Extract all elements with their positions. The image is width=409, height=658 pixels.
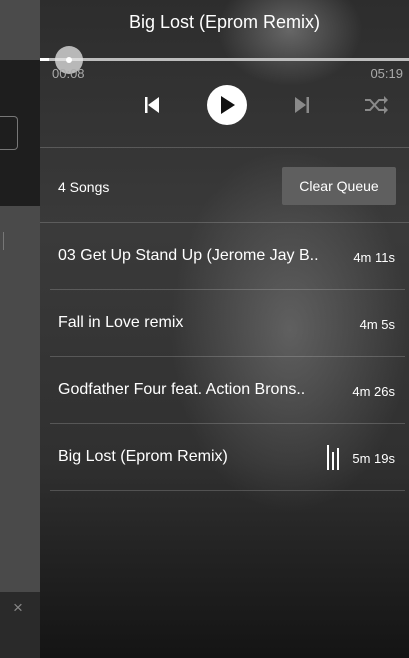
queue-item-duration: 5m 19s <box>352 451 395 466</box>
play-button[interactable] <box>207 85 247 125</box>
queue-item-title: Fall in Love remix <box>58 314 184 331</box>
queue-item-title: Big Lost (Eprom Remix) <box>58 448 228 465</box>
queue-item[interactable]: Godfather Four feat. Action Brons.. 4m 2… <box>50 357 405 424</box>
queue-item-title: Godfather Four feat. Action Brons.. <box>58 381 306 398</box>
skip-previous-icon <box>145 97 159 113</box>
queue-item[interactable]: Fall in Love remix 4m 5s <box>50 290 405 357</box>
background-button[interactable] <box>0 116 18 150</box>
total-time: 05:19 <box>370 66 403 81</box>
queue-item-duration: 4m 11s <box>353 250 395 265</box>
queue-item-duration: 4m 5s <box>359 317 395 332</box>
seek-bar[interactable] <box>40 58 409 61</box>
background-content <box>0 206 40 592</box>
queue-song-count: 4 Songs <box>58 179 110 195</box>
background-app: × <box>0 0 40 658</box>
queue-item-title: 03 Get Up Stand Up (Jerome Jay B.. <box>58 247 319 264</box>
next-button[interactable] <box>290 92 314 118</box>
close-icon[interactable]: × <box>13 598 23 618</box>
player-queue-panel: Big Lost (Eprom Remix) 00:08 05:19 4 Son… <box>40 0 409 658</box>
seek-bar-progress <box>40 58 49 61</box>
previous-button[interactable] <box>140 92 164 118</box>
now-playing-equalizer-icon <box>327 445 341 470</box>
background-divider <box>0 232 4 250</box>
queue-item[interactable]: 03 Get Up Stand Up (Jerome Jay B.. 4m 11… <box>50 223 405 290</box>
clear-queue-button[interactable]: Clear Queue <box>282 167 396 205</box>
seek-handle-dot <box>66 57 72 63</box>
current-time: 00:08 <box>52 66 85 81</box>
background-header <box>0 0 40 60</box>
shuffle-button[interactable] <box>362 94 390 116</box>
skip-next-icon <box>295 97 309 113</box>
queue-list: 03 Get Up Stand Up (Jerome Jay B.. 4m 11… <box>50 223 405 491</box>
play-icon <box>221 96 235 114</box>
now-playing-title: Big Lost (Eprom Remix) <box>128 12 321 32</box>
queue-item-duration: 4m 26s <box>352 384 395 399</box>
shuffle-icon <box>365 96 388 114</box>
queue-item-now-playing[interactable]: Big Lost (Eprom Remix) 5m 19s <box>50 424 405 491</box>
controls-divider <box>40 147 409 148</box>
